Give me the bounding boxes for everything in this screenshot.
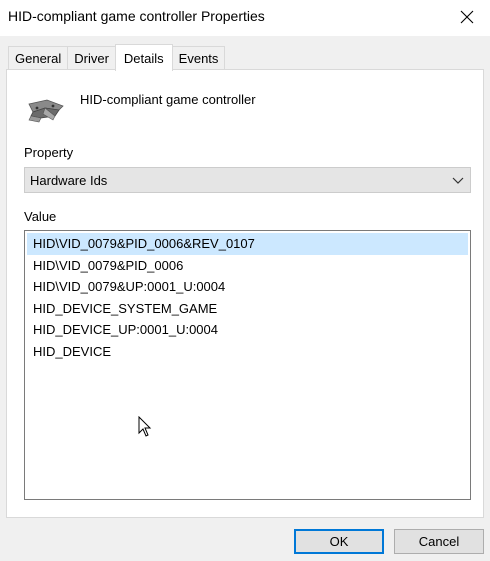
tab-strip: General Driver Details Events [8, 44, 226, 71]
list-item[interactable]: HID\VID_0079&PID_0006 [27, 255, 468, 277]
tab-events[interactable]: Events [171, 46, 226, 70]
property-dropdown[interactable]: Hardware Ids [24, 167, 471, 193]
close-icon [460, 10, 474, 24]
close-button[interactable] [444, 0, 490, 34]
list-item[interactable]: HID_DEVICE_UP:0001_U:0004 [27, 319, 468, 341]
ok-button[interactable]: OK [294, 529, 384, 554]
list-item[interactable]: HID_DEVICE [27, 341, 468, 363]
tab-general[interactable]: General [8, 46, 69, 70]
list-item[interactable]: HID\VID_0079&UP:0001_U:0004 [27, 276, 468, 298]
property-selected-value: Hardware Ids [30, 172, 108, 188]
tab-label: General [15, 51, 62, 66]
value-label: Value [24, 209, 57, 224]
details-panel: HID-compliant game controller Property H… [6, 69, 484, 518]
tab-label: Events [178, 51, 219, 66]
ok-button-label: OK [329, 534, 349, 549]
tab-details[interactable]: Details [114, 44, 173, 71]
tab-driver[interactable]: Driver [67, 46, 116, 70]
value-listbox[interactable]: HID\VID_0079&PID_0006&REV_0107 HID\VID_0… [24, 230, 471, 500]
list-item[interactable]: HID_DEVICE_SYSTEM_GAME [27, 298, 468, 320]
property-label: Property [24, 145, 74, 160]
tab-label: Driver [74, 51, 109, 66]
chevron-down-icon [452, 177, 464, 184]
mouse-cursor-icon [138, 416, 152, 437]
cancel-button[interactable]: Cancel [394, 529, 484, 554]
title-bar: HID-compliant game controller Properties [0, 0, 490, 36]
game-controller-icon [28, 99, 64, 123]
list-item[interactable]: HID\VID_0079&PID_0006&REV_0107 [27, 233, 468, 255]
device-name: HID-compliant game controller [80, 92, 256, 107]
tab-label: Details [123, 50, 164, 66]
cancel-button-label: Cancel [418, 534, 460, 549]
window-title: HID-compliant game controller Properties [8, 8, 265, 24]
